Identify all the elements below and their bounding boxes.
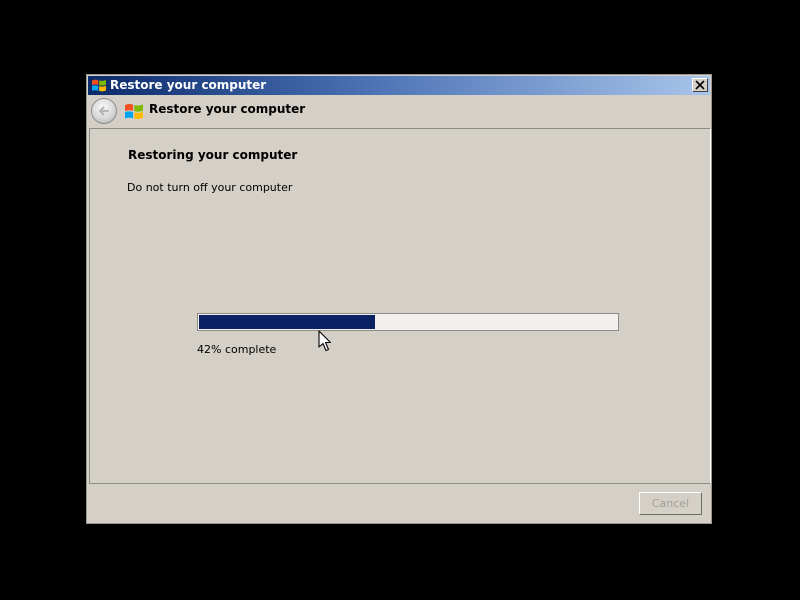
page-title: Restore your computer [149,102,306,116]
windows-logo-icon [92,79,106,92]
progress-fill [199,315,375,329]
progress-bar [197,313,619,331]
cancel-button[interactable]: Cancel [639,492,702,515]
mouse-cursor-icon [318,330,332,352]
navigation-header: Restore your computer [88,95,710,127]
status-message: Do not turn off your computer [127,181,293,194]
progress-label: 42% complete [197,343,277,356]
content-panel: Restoring your computer Do not turn off … [89,128,711,484]
back-button[interactable] [91,98,117,124]
status-heading: Restoring your computer [128,148,298,162]
restore-dialog: Restore your computer Restore your compu… [86,74,712,524]
title-bar: Restore your computer [88,76,710,95]
close-button[interactable] [692,78,708,92]
window-title: Restore your computer [110,78,267,92]
back-arrow-icon [98,106,110,116]
close-icon [695,80,705,90]
windows-logo-icon [125,104,143,120]
